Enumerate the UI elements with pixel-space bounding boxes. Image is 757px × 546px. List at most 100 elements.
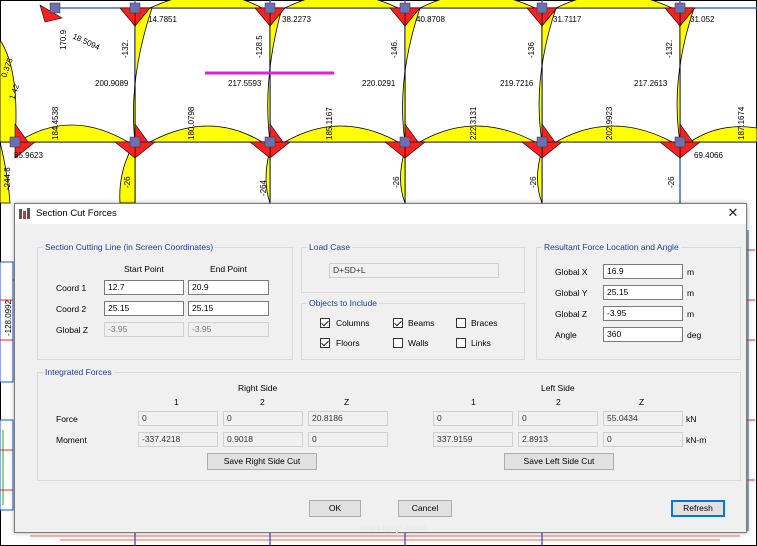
- right-col-z-header: Z: [344, 397, 350, 407]
- right-side-header: Right Side: [238, 383, 278, 393]
- links-label: Links: [471, 338, 491, 348]
- objects-to-include-group: Objects to Include Columns Beams Braces …: [301, 298, 525, 360]
- braces-checkbox[interactable]: [456, 318, 466, 328]
- left-moment-z: 0: [603, 432, 683, 447]
- columns-label: Columns: [336, 318, 370, 328]
- svg-text:-132.: -132.: [665, 40, 674, 58]
- global-y-input[interactable]: 25.15: [603, 285, 683, 300]
- close-icon[interactable]: ✕: [726, 206, 740, 220]
- force-unit: kN: [686, 414, 697, 424]
- walls-label: Walls: [408, 338, 429, 348]
- dialog-title: Section Cut Forces: [36, 208, 117, 219]
- global-x-input[interactable]: 16.9: [603, 264, 683, 279]
- left-col-z-header: Z: [639, 397, 645, 407]
- svg-text:-128.5: -128.5: [255, 35, 264, 58]
- global-z-resultant-input[interactable]: -3.95: [603, 306, 683, 321]
- svg-text:180.0798: 180.0798: [187, 106, 196, 140]
- mid-value-labels: 200.9089 217.5593 220.0291 219.7216 217.…: [0, 56, 668, 100]
- ok-button[interactable]: OK: [309, 500, 361, 517]
- coord1-start-input[interactable]: 12.7: [104, 280, 184, 295]
- svg-text:-146.: -146.: [390, 40, 399, 58]
- right-force-z: 20.8186: [308, 411, 388, 426]
- coord1-label: Coord 1: [56, 283, 87, 293]
- svg-text:-244.8: -244.8: [3, 167, 12, 190]
- coord2-end-input[interactable]: 25.15: [188, 301, 269, 316]
- left-force-2: 0: [518, 411, 598, 426]
- left-side-header: Left Side: [541, 383, 575, 393]
- coord2-start-input[interactable]: 25.15: [104, 301, 184, 316]
- right-moment-z: 0: [308, 432, 388, 447]
- svg-text:31.7117: 31.7117: [553, 15, 582, 24]
- load-case-field: D+SD+L: [329, 263, 499, 278]
- global-x-unit: m: [687, 267, 695, 277]
- right-force-2: 0: [223, 411, 303, 426]
- top-value-labels: 14.7851 38.2273 40.8708 31.7117 31.052 1…: [59, 15, 715, 52]
- beams-label: Beams: [408, 318, 435, 328]
- refresh-button[interactable]: Refresh: [671, 500, 725, 517]
- row-value-labels: 85.9623 -244.8 69.4066: [3, 151, 723, 190]
- section-cut-forces-dialog: Section Cut Forces ✕ Section Cutting Lin…: [14, 203, 747, 534]
- resultant-force-title: Resultant Force Location and Angle: [542, 242, 681, 252]
- left-strip: -128.0992: [0, 261, 14, 511]
- angle-unit: deg: [687, 330, 702, 340]
- load-case-title: Load Case: [307, 242, 353, 252]
- coord1-end-input[interactable]: 20.9: [188, 280, 269, 295]
- end-point-header: End Point: [210, 264, 247, 274]
- objects-to-include-title: Objects to Include: [307, 298, 380, 308]
- left-moment-1: 337.9159: [433, 432, 513, 447]
- load-case-group: Load Case D+SD+L: [301, 242, 525, 293]
- global-y-label: Global Y: [555, 288, 588, 298]
- left-force-z: 55.0434: [603, 411, 683, 426]
- links-checkbox[interactable]: [456, 338, 466, 348]
- resultant-force-group: Resultant Force Location and Angle Globa…: [536, 242, 741, 360]
- floors-checkbox[interactable]: [320, 338, 330, 348]
- svg-text:-26: -26: [529, 176, 538, 188]
- global-z-end-field: -3.95: [188, 322, 269, 337]
- svg-text:187.1674: 187.1674: [737, 106, 746, 140]
- walls-checkbox[interactable]: [393, 338, 403, 348]
- positive-moment-areas: [0, 0, 757, 204]
- svg-text:69.4066: 69.4066: [694, 151, 723, 160]
- svg-text:222.3131: 222.3131: [469, 106, 478, 140]
- svg-text:31.052: 31.052: [690, 15, 715, 24]
- floors-label: Floors: [336, 338, 360, 348]
- watermark: mostaql.com: [360, 523, 428, 534]
- braces-label: Braces: [471, 318, 498, 328]
- global-z-start-field: -3.95: [104, 322, 184, 337]
- svg-text:184.4538: 184.4538: [51, 106, 60, 140]
- save-right-side-cut-button[interactable]: Save Right Side Cut: [207, 453, 317, 470]
- joint-nodes: [9, 2, 686, 148]
- columns-checkbox[interactable]: [320, 318, 330, 328]
- beams-checkbox[interactable]: [393, 318, 403, 328]
- dialog-titlebar[interactable]: Section Cut Forces ✕: [15, 204, 746, 224]
- angle-input[interactable]: 360: [603, 327, 683, 342]
- integrated-forces-title: Integrated Forces: [43, 367, 114, 377]
- svg-text:18.5094: 18.5094: [71, 32, 102, 53]
- svg-text:14.7851: 14.7851: [148, 15, 177, 24]
- cancel-button[interactable]: Cancel: [398, 500, 452, 517]
- section-cutting-line-group: Section Cutting Line (in Screen Coordina…: [37, 242, 293, 360]
- svg-text:220.0291: 220.0291: [362, 79, 396, 88]
- svg-text:217.5593: 217.5593: [228, 79, 262, 88]
- left-moment-2: 2.8913: [518, 432, 598, 447]
- svg-text:219.7216: 219.7216: [500, 79, 534, 88]
- right-moment-2: 0.9018: [223, 432, 303, 447]
- save-left-side-cut-button[interactable]: Save Left Side Cut: [504, 453, 614, 470]
- left-col-2-header: 2: [556, 397, 561, 407]
- moment-label: Moment: [56, 435, 87, 445]
- svg-text:-264: -264: [259, 179, 268, 196]
- coord2-label: Coord 2: [56, 304, 87, 314]
- svg-text:202.9923: 202.9923: [605, 106, 614, 140]
- svg-text:-132.: -132.: [121, 40, 130, 58]
- integrated-forces-group: Integrated Forces Right Side Left Side 1…: [37, 367, 741, 481]
- vertical-upper-labels: -132. -128.5 -146. -136 -132.: [121, 35, 674, 58]
- force-label: Force: [56, 414, 78, 424]
- left-force-1: 0: [433, 411, 513, 426]
- svg-text:-26: -26: [123, 176, 132, 188]
- global-z-label: Global Z: [56, 325, 89, 335]
- svg-text:170.9: 170.9: [59, 29, 68, 50]
- svg-text:200.9089: 200.9089: [95, 79, 129, 88]
- right-col-1-header: 1: [174, 397, 179, 407]
- start-point-header: Start Point: [124, 264, 164, 274]
- bottom-strip: [30, 535, 740, 541]
